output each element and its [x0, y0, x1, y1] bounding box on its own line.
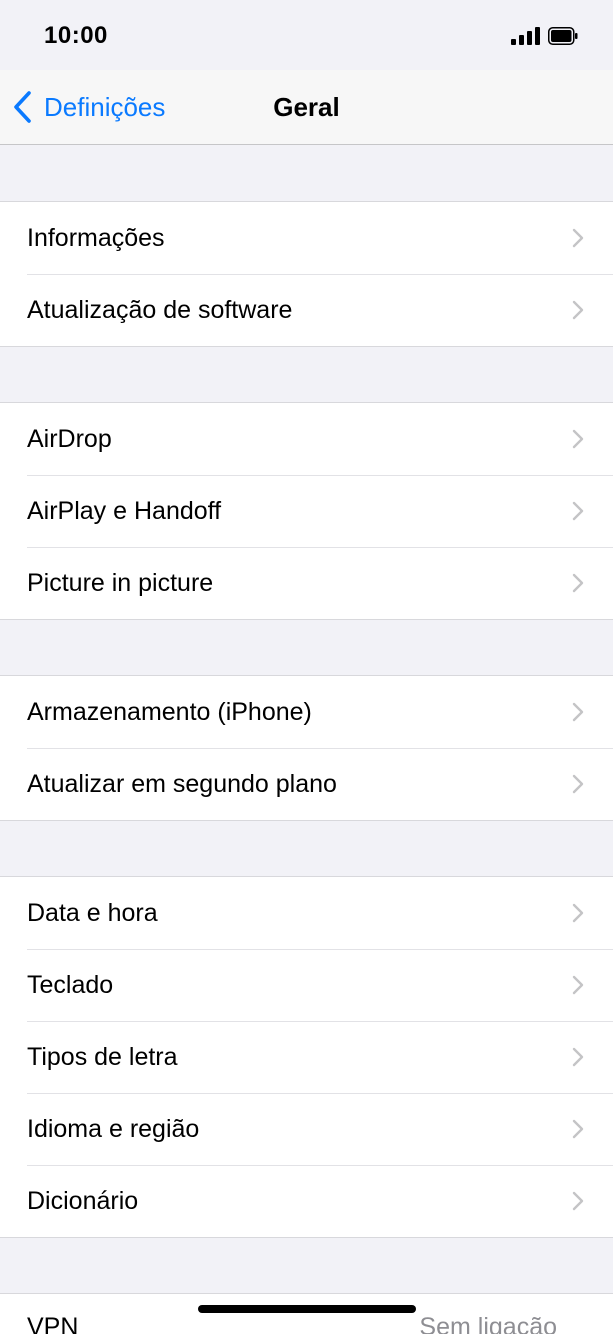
chevron-right-icon: [572, 903, 584, 923]
row-label: Data e hora: [27, 898, 158, 927]
row-label: AirDrop: [27, 424, 112, 453]
battery-icon: [548, 27, 578, 45]
row-label: Idioma e região: [27, 1114, 200, 1143]
row-picture-in-picture[interactable]: Picture in picture: [0, 547, 613, 619]
status-time: 10:00: [44, 22, 108, 49]
row-label: Picture in picture: [27, 568, 214, 597]
settings-group-4: Data e hora Teclado Tipos de letra Idiom…: [0, 876, 613, 1238]
chevron-right-icon: [572, 975, 584, 995]
device-notch: [135, 0, 478, 50]
row-atualizar-segundo-plano[interactable]: Atualizar em segundo plano: [0, 748, 613, 820]
chevron-right-icon: [572, 573, 584, 593]
row-atualizacao-software[interactable]: Atualização de software: [0, 274, 613, 346]
settings-group-1: Informações Atualização de software: [0, 201, 613, 347]
row-dicionario[interactable]: Dicionário: [0, 1165, 613, 1237]
row-airplay-handoff[interactable]: AirPlay e Handoff: [0, 475, 613, 547]
home-indicator[interactable]: [198, 1305, 416, 1313]
chevron-right-icon: [572, 501, 584, 521]
row-label: AirPlay e Handoff: [27, 496, 222, 525]
chevron-right-icon: [572, 774, 584, 794]
row-label: Dicionário: [27, 1186, 139, 1215]
status-bar: 10:00: [0, 0, 613, 70]
row-tipos-letra[interactable]: Tipos de letra: [0, 1021, 613, 1093]
page-title: Geral: [273, 92, 340, 122]
row-label: Armazenamento (iPhone): [27, 697, 312, 726]
chevron-right-icon: [572, 1047, 584, 1067]
chevron-right-icon: [572, 1191, 584, 1211]
cellular-signal-icon: [511, 27, 540, 45]
row-label: Atualizar em segundo plano: [27, 769, 337, 798]
row-informacoes[interactable]: Informações: [0, 202, 613, 274]
chevron-right-icon: [572, 300, 584, 320]
row-idioma-regiao[interactable]: Idioma e região: [0, 1093, 613, 1165]
row-value: Sem ligação: [419, 1313, 557, 1334]
row-label: Tipos de letra: [27, 1042, 178, 1071]
chevron-right-icon: [572, 429, 584, 449]
row-teclado[interactable]: Teclado: [0, 949, 613, 1021]
row-airdrop[interactable]: AirDrop: [0, 403, 613, 475]
row-data-hora[interactable]: Data e hora: [0, 877, 613, 949]
row-label: Atualização de software: [27, 295, 293, 324]
chevron-right-icon: [572, 228, 584, 248]
row-label: VPN: [27, 1313, 79, 1334]
row-armazenamento[interactable]: Armazenamento (iPhone): [0, 676, 613, 748]
chevron-right-icon: [572, 702, 584, 722]
row-label: Informações: [27, 223, 165, 252]
settings-group-2: AirDrop AirPlay e Handoff Picture in pic…: [0, 402, 613, 620]
row-label: Teclado: [27, 970, 114, 999]
chevron-right-icon: [572, 1119, 584, 1139]
navigation-bar: Definições Geral: [0, 70, 613, 145]
settings-group-3: Armazenamento (iPhone) Atualizar em segu…: [0, 675, 613, 821]
